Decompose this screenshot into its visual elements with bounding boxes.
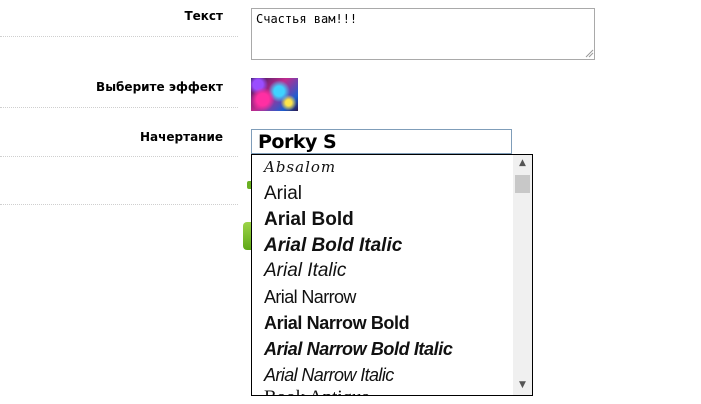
separator — [0, 156, 238, 157]
font-option[interactable]: Arial Bold Italic — [264, 235, 402, 257]
font-select-value: Porky S — [258, 131, 337, 153]
font-dropdown-list[interactable]: Absalom Arial Arial Bold Arial Bold Ital… — [251, 154, 533, 396]
separator — [0, 204, 238, 205]
style-label: Начертание — [140, 130, 223, 144]
text-input[interactable]: Счастья вам!!! — [251, 8, 595, 60]
text-label: Текст — [184, 9, 223, 23]
list-scrollbar[interactable]: ▲ ▼ — [513, 155, 532, 395]
effect-thumbnail[interactable] — [251, 78, 298, 111]
font-option[interactable]: Arial Bold — [264, 209, 354, 231]
font-option[interactable]: Arial — [264, 183, 302, 205]
separator — [0, 36, 238, 37]
font-option[interactable]: Arial Narrow Bold — [264, 312, 410, 334]
font-select[interactable]: Porky S — [251, 129, 512, 154]
arrow-up-icon[interactable]: ▲ — [513, 155, 532, 172]
font-option[interactable]: Arial Narrow Bold Italic — [264, 338, 453, 360]
scroll-thumb[interactable] — [515, 175, 530, 193]
resize-grip-icon[interactable] — [584, 48, 594, 58]
font-option[interactable]: Arial Narrow Italic — [264, 364, 394, 386]
font-option[interactable]: Absalom — [264, 156, 336, 178]
font-option[interactable]: Arial Narrow — [264, 286, 356, 308]
arrow-down-icon[interactable]: ▼ — [513, 377, 532, 394]
separator — [0, 107, 238, 108]
font-option[interactable]: Arial Italic — [264, 260, 346, 282]
effect-label: Выберите эффект — [96, 80, 223, 94]
font-option[interactable]: Book Antiqua — [264, 387, 370, 395]
